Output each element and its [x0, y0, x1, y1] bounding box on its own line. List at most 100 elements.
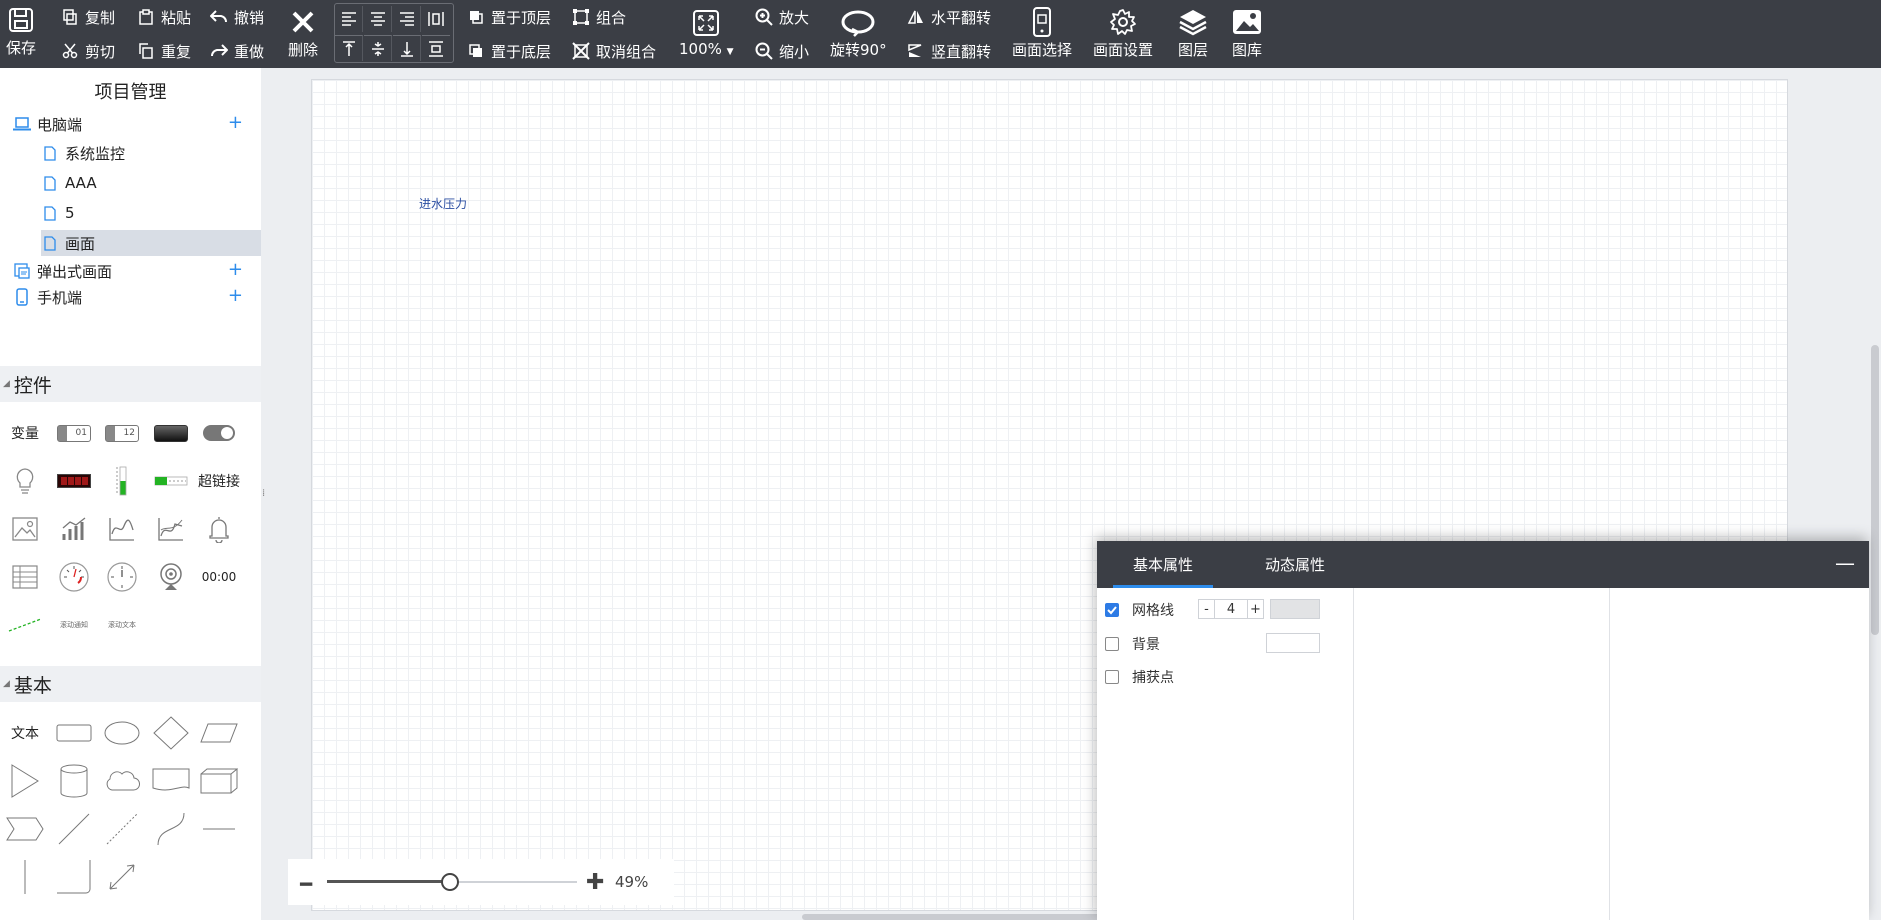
- grid-size-value[interactable]: 4: [1215, 600, 1247, 618]
- tree-page[interactable]: 系统监控: [41, 140, 125, 166]
- add-mobile-page-button[interactable]: +: [228, 285, 243, 306]
- cut-button[interactable]: 剪切: [60, 39, 115, 63]
- distribute-vertical-button[interactable]: [422, 35, 450, 61]
- copy-button[interactable]: 复制: [60, 5, 115, 29]
- align-left-button[interactable]: [335, 6, 363, 32]
- control-table[interactable]: [3, 557, 47, 597]
- control-image[interactable]: [3, 509, 47, 549]
- shape-vertical-line[interactable]: [3, 857, 47, 897]
- tree-page[interactable]: AAA: [41, 170, 97, 196]
- bring-front-button[interactable]: 置于顶层: [466, 5, 551, 29]
- shape-ellipse[interactable]: [100, 713, 144, 753]
- basic-section-header[interactable]: ◢ 基本: [0, 666, 261, 702]
- add-desktop-page-button[interactable]: +: [228, 112, 243, 133]
- snap-points-checkbox[interactable]: [1105, 670, 1119, 684]
- control-clock[interactable]: 00:00: [197, 557, 241, 597]
- distribute-horizontal-button[interactable]: [422, 6, 450, 32]
- control-numeric-input[interactable]: 12: [100, 413, 144, 453]
- control-indicator-light[interactable]: [3, 461, 47, 501]
- grid-color-swatch[interactable]: [1270, 599, 1320, 619]
- align-middle-button[interactable]: [364, 35, 392, 61]
- zoom-slider-minus-button[interactable]: ━: [300, 872, 312, 896]
- shape-text[interactable]: 文本: [3, 713, 47, 753]
- ungroup-button[interactable]: 取消组合: [571, 39, 656, 63]
- screen-settings-button[interactable]: 画面设置: [1093, 7, 1153, 60]
- horizontal-scrollbar[interactable]: [802, 914, 1102, 920]
- shape-horizontal-line[interactable]: [197, 809, 241, 849]
- align-right-button[interactable]: [393, 6, 421, 32]
- screen-select-button[interactable]: 画面选择: [1012, 7, 1072, 60]
- control-bar-chart[interactable]: [52, 509, 96, 549]
- tree-page-selected[interactable]: 画面: [41, 230, 95, 256]
- tab-basic-properties[interactable]: 基本属性: [1112, 541, 1214, 588]
- paste-button[interactable]: 粘贴: [136, 5, 191, 29]
- shape-line[interactable]: [52, 809, 96, 849]
- shape-dotted-line[interactable]: [100, 809, 144, 849]
- tree-page[interactable]: 5: [41, 200, 75, 226]
- shape-double-arrow[interactable]: [100, 857, 144, 897]
- gallery-button[interactable]: 图库: [1232, 7, 1262, 60]
- tree-desktop[interactable]: 电脑端: [13, 111, 261, 137]
- align-top-button[interactable]: [335, 35, 363, 61]
- control-gauge-color[interactable]: [52, 557, 96, 597]
- shape-cube[interactable]: [197, 761, 241, 801]
- align-center-button[interactable]: [364, 6, 392, 32]
- controls-section-header[interactable]: ◢ 控件: [0, 366, 261, 402]
- zoom-level-dropdown[interactable]: 100% ▼: [679, 8, 734, 58]
- panel-resize-handle[interactable]: ⁞: [262, 488, 265, 499]
- rotate-button[interactable]: 旋转90°: [830, 7, 887, 60]
- control-hyperlink[interactable]: 超链接: [197, 461, 241, 501]
- shape-diamond[interactable]: [149, 713, 193, 753]
- shape-triangle[interactable]: [3, 761, 47, 801]
- group-button[interactable]: 组合: [571, 5, 626, 29]
- control-trend-chart[interactable]: [149, 509, 193, 549]
- control-dashed-line[interactable]: [3, 605, 47, 645]
- control-led-display[interactable]: [52, 461, 96, 501]
- save-button[interactable]: 保存: [6, 5, 36, 58]
- send-back-button[interactable]: 置于底层: [466, 39, 551, 63]
- shape-parallelogram[interactable]: [197, 713, 241, 753]
- control-button[interactable]: [149, 413, 193, 453]
- background-checkbox[interactable]: [1105, 637, 1119, 651]
- shape-curve[interactable]: [149, 809, 193, 849]
- background-color-swatch[interactable]: [1266, 633, 1320, 653]
- shape-document[interactable]: [149, 761, 193, 801]
- add-popup-page-button[interactable]: +: [228, 259, 243, 280]
- zoom-in-button[interactable]: 放大: [754, 5, 809, 29]
- layers-button[interactable]: 图层: [1178, 7, 1208, 60]
- zoom-slider-handle[interactable]: [440, 873, 459, 891]
- grid-size-stepper[interactable]: - 4 +: [1198, 599, 1264, 619]
- control-gauge-clock[interactable]: [100, 557, 144, 597]
- shape-rectangle[interactable]: [52, 713, 96, 753]
- control-numeric-display[interactable]: 01: [52, 413, 96, 453]
- grid-size-increment[interactable]: +: [1247, 600, 1263, 618]
- duplicate-button[interactable]: 重复: [136, 39, 191, 63]
- tree-mobile[interactable]: 手机端: [13, 284, 82, 310]
- canvas-text-element[interactable]: 进水压力: [419, 195, 467, 212]
- flip-vertical-button[interactable]: 竖直翻转: [906, 39, 991, 63]
- zoom-out-button[interactable]: 缩小: [754, 39, 809, 63]
- tree-popup[interactable]: 弹出式画面: [13, 258, 112, 284]
- undo-button[interactable]: 撤销: [209, 5, 264, 29]
- grid-size-decrement[interactable]: -: [1199, 600, 1215, 618]
- control-scroll-notice[interactable]: 滚动通知: [52, 605, 96, 645]
- grid-lines-checkbox[interactable]: [1105, 603, 1119, 617]
- tab-dynamic-properties[interactable]: 动态属性: [1265, 541, 1325, 588]
- control-line-chart[interactable]: [100, 509, 144, 549]
- control-toggle[interactable]: [197, 413, 241, 453]
- control-progress-bar[interactable]: [149, 461, 193, 501]
- vertical-scrollbar[interactable]: [1871, 345, 1879, 635]
- control-scroll-text[interactable]: 滚动文本: [100, 605, 144, 645]
- align-bottom-button[interactable]: [393, 35, 421, 61]
- shape-chevron[interactable]: [3, 809, 47, 849]
- control-alarm[interactable]: [197, 509, 241, 549]
- delete-button[interactable]: 删除: [288, 7, 318, 60]
- control-level-bar[interactable]: [100, 461, 144, 501]
- control-camera[interactable]: [149, 557, 193, 597]
- shape-elbow-connector[interactable]: [52, 857, 96, 897]
- control-variable[interactable]: 变量: [3, 413, 47, 453]
- redo-button[interactable]: 重做: [209, 39, 264, 63]
- shape-cloud[interactable]: [100, 761, 144, 801]
- zoom-slider-plus-button[interactable]: ✚: [586, 870, 604, 895]
- shape-cylinder[interactable]: [52, 761, 96, 801]
